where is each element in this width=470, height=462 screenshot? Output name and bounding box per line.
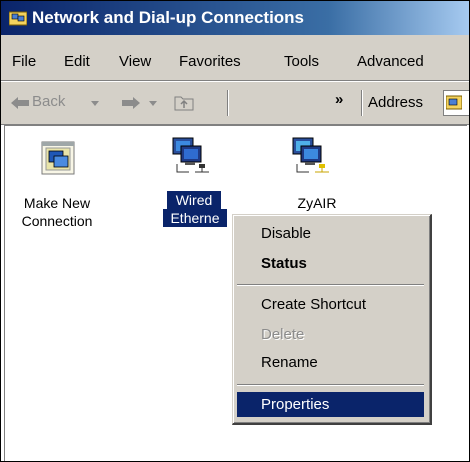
context-menu: Disable Status Create Shortcut Delete Re… xyxy=(232,214,432,425)
window-frame: Network and Dial-up Connections File Edi… xyxy=(0,0,470,462)
forward-dropdown-icon xyxy=(149,101,157,106)
address-label: Address xyxy=(368,94,424,111)
back-dropdown-icon xyxy=(91,101,99,106)
context-separator xyxy=(237,284,424,286)
menu-favorites[interactable]: Favorites xyxy=(179,53,241,70)
toolbar: Back » Address xyxy=(1,81,469,125)
menu-file[interactable]: File xyxy=(12,53,36,70)
up-folder-button[interactable] xyxy=(173,91,195,113)
wired-ethernet-label-line1: Wired xyxy=(167,191,221,209)
toolbar-chevron[interactable]: » xyxy=(335,91,343,108)
menu-view[interactable]: View xyxy=(119,53,151,70)
title-bar[interactable]: Network and Dial-up Connections xyxy=(1,1,469,35)
context-disable[interactable]: Disable xyxy=(237,221,424,246)
menu-edit[interactable]: Edit xyxy=(64,53,90,70)
network-connections-icon xyxy=(9,11,27,26)
context-rename[interactable]: Rename xyxy=(237,350,424,375)
back-arrow-icon xyxy=(11,97,29,109)
menu-tools[interactable]: Tools xyxy=(284,53,319,70)
network-connections-icon xyxy=(446,95,462,110)
window-title: Network and Dial-up Connections xyxy=(32,8,305,27)
wired-ethernet-label-line2: Etherne xyxy=(163,209,227,227)
context-status[interactable]: Status xyxy=(237,251,424,276)
toolbar-separator xyxy=(227,90,229,116)
up-folder-icon xyxy=(174,96,194,111)
forward-arrow-icon xyxy=(122,97,140,109)
toolbar-separator xyxy=(361,90,363,116)
context-delete[interactable]: Delete xyxy=(237,322,424,347)
context-separator xyxy=(237,384,424,386)
address-bar[interactable] xyxy=(443,90,469,116)
make-new-connection-icon xyxy=(41,141,75,175)
wired-ethernet-item[interactable]: Wired Etherne xyxy=(155,136,235,246)
menu-bar: File Edit View Favorites Tools Advanced xyxy=(1,35,469,81)
back-button[interactable]: Back xyxy=(10,92,120,114)
forward-button[interactable] xyxy=(121,92,163,114)
make-new-connection-label-line1: Make New xyxy=(23,195,91,211)
menu-advanced[interactable]: Advanced xyxy=(357,53,424,70)
network-connection-icon xyxy=(172,137,209,173)
context-properties[interactable]: Properties xyxy=(237,392,424,417)
back-label: Back xyxy=(32,93,66,110)
context-create-shortcut[interactable]: Create Shortcut xyxy=(237,292,424,317)
zyair-label: ZyAIR xyxy=(297,195,337,211)
network-connection-icon xyxy=(292,137,329,173)
make-new-connection-item[interactable]: Make New Connection xyxy=(15,136,99,240)
zyair-connection-item[interactable]: ZyAIR xyxy=(275,136,359,216)
make-new-connection-label-line2: Connection xyxy=(21,213,93,229)
